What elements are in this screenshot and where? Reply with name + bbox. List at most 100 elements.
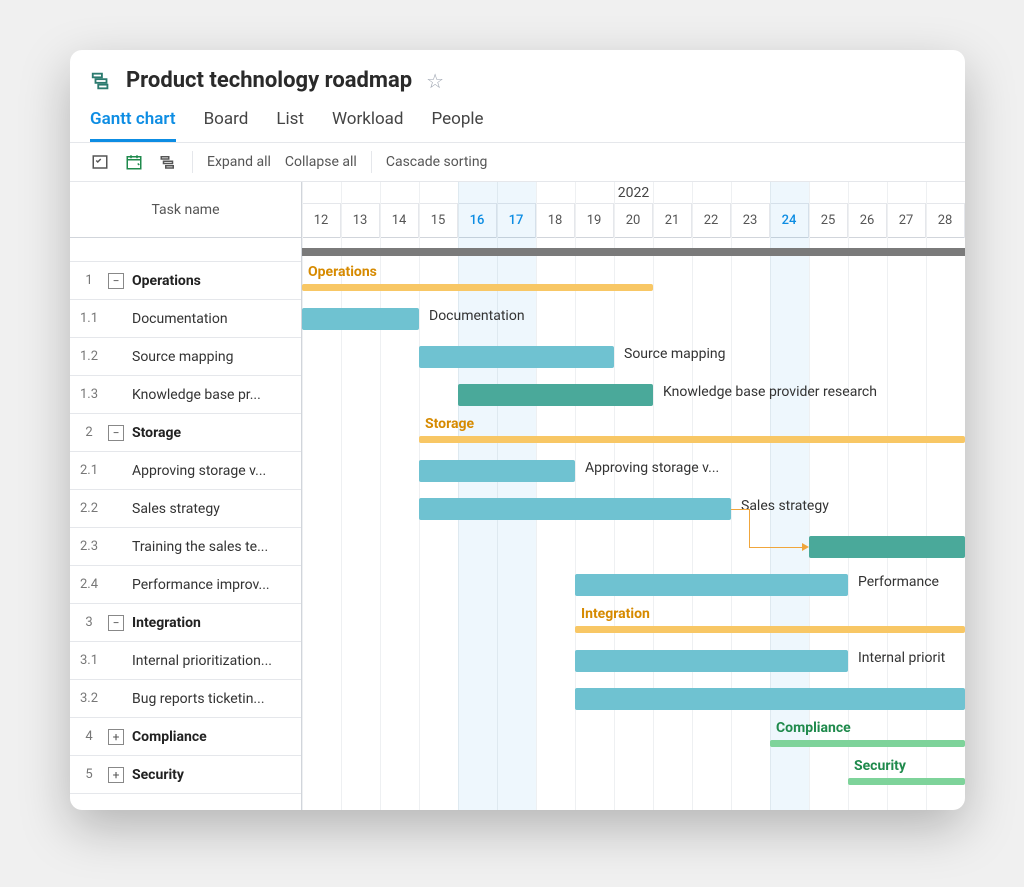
view-tabs: Gantt chart Board List Workload People	[70, 103, 965, 143]
spacer-row	[70, 238, 301, 262]
row-number: 1.2	[70, 349, 108, 364]
row-number: 3	[70, 615, 108, 630]
task-name: Training the sales te...	[132, 539, 274, 555]
row-number: 5	[70, 767, 108, 782]
task-list-pane: Task name 1−Operations1.1Documentation1.…	[70, 182, 302, 810]
task-bar[interactable]	[809, 536, 965, 558]
header: Product technology roadmap ☆	[70, 50, 965, 103]
task-bar[interactable]	[419, 460, 575, 482]
row-number: 1	[70, 273, 108, 288]
collapse-toggle-icon[interactable]: −	[108, 273, 124, 289]
task-bar[interactable]	[419, 346, 614, 368]
toolbar-divider	[371, 151, 372, 173]
task-row[interactable]: 3.1 Internal prioritization...	[70, 642, 301, 680]
task-name: Documentation	[132, 311, 234, 327]
page-title: Product technology roadmap	[126, 68, 412, 93]
task-name: Approving storage v...	[132, 463, 272, 479]
row-number: 4	[70, 729, 108, 744]
group-name: Integration	[132, 615, 207, 631]
overview-bar[interactable]	[302, 248, 965, 256]
favorite-star-icon[interactable]: ☆	[426, 69, 444, 93]
group-bar-label: Security	[854, 758, 906, 774]
cascade-sorting-button[interactable]: Cascade sorting	[386, 154, 488, 170]
group-row[interactable]: 5+ Security	[70, 756, 301, 794]
group-bar[interactable]	[302, 284, 653, 291]
group-row[interactable]: 1−Operations	[70, 262, 301, 300]
tab-workload[interactable]: Workload	[332, 103, 404, 142]
gantt-logo-icon	[90, 70, 112, 92]
group-bar-label: Compliance	[776, 720, 851, 736]
task-bar-label: Performance	[858, 574, 939, 590]
task-name: Performance improv...	[132, 577, 276, 593]
task-name: Bug reports ticketin...	[132, 691, 271, 707]
expand-all-button[interactable]: Expand all	[207, 154, 271, 170]
row-number: 2.4	[70, 577, 108, 592]
row-number: 2.1	[70, 463, 108, 478]
collapse-toggle-icon[interactable]: −	[108, 615, 124, 631]
toolbar-divider	[192, 151, 193, 173]
task-row[interactable]: 3.2 Bug reports ticketin...	[70, 680, 301, 718]
group-row[interactable]: 4+ Compliance	[70, 718, 301, 756]
toolbar: Expand all Collapse all Cascade sorting	[70, 143, 965, 182]
row-number: 2	[70, 425, 108, 440]
group-name: Storage	[132, 425, 187, 441]
task-bar-label: Sales strategy	[741, 498, 829, 514]
group-bar[interactable]	[770, 740, 965, 747]
expand-toggle-icon[interactable]: +	[108, 729, 124, 745]
group-row[interactable]: 2−Storage	[70, 414, 301, 452]
task-bar[interactable]	[419, 498, 731, 520]
row-number: 1.1	[70, 311, 108, 326]
task-bar-label: Source mapping	[624, 346, 725, 362]
task-row[interactable]: 1.1 Documentation	[70, 300, 301, 338]
row-number: 2.2	[70, 501, 108, 516]
task-row[interactable]: 2.1 Approving storage v...	[70, 452, 301, 490]
task-bar-label: Approving storage v...	[585, 460, 719, 476]
group-name: Operations	[132, 273, 207, 289]
group-name: Compliance	[132, 729, 213, 745]
group-bar[interactable]	[848, 778, 965, 785]
task-bar-label: Knowledge base provider research	[663, 384, 877, 400]
task-bar[interactable]	[458, 384, 653, 406]
timeline-pane[interactable]: 2022 1213141516171819202122232425262728 …	[302, 182, 965, 810]
group-name: Security	[132, 767, 190, 783]
task-row[interactable]: 2.2 Sales strategy	[70, 490, 301, 528]
group-row[interactable]: 3−Integration	[70, 604, 301, 642]
task-bar-label: Documentation	[429, 308, 525, 324]
expand-toggle-icon[interactable]: +	[108, 767, 124, 783]
task-name: Source mapping	[132, 349, 239, 365]
task-bar[interactable]	[575, 688, 965, 710]
overview-bar-row	[302, 238, 965, 262]
group-bar-label: Storage	[425, 416, 474, 432]
tab-list[interactable]: List	[276, 103, 304, 142]
row-number: 3.1	[70, 653, 108, 668]
task-name: Sales strategy	[132, 501, 226, 517]
collapse-all-button[interactable]: Collapse all	[285, 154, 357, 170]
app-card: Product technology roadmap ☆ Gantt chart…	[70, 50, 965, 810]
tab-board[interactable]: Board	[204, 103, 249, 142]
gantt-area: Task name 1−Operations1.1Documentation1.…	[70, 182, 965, 810]
task-row[interactable]: 1.2 Source mapping	[70, 338, 301, 376]
calendar-check-icon[interactable]	[124, 152, 144, 172]
group-bar-label: Integration	[581, 606, 650, 622]
checklist-icon[interactable]	[90, 152, 110, 172]
collapse-toggle-icon[interactable]: −	[108, 425, 124, 441]
task-bar[interactable]	[575, 650, 848, 672]
task-bar[interactable]	[575, 574, 848, 596]
task-name: Internal prioritization...	[132, 653, 278, 669]
tab-people[interactable]: People	[432, 103, 484, 142]
task-row[interactable]: 2.4 Performance improv...	[70, 566, 301, 604]
task-row[interactable]: 1.3 Knowledge base pr...	[70, 376, 301, 414]
task-bar-label: Internal priorit	[858, 650, 945, 666]
group-bar-label: Operations	[308, 264, 377, 280]
task-bar[interactable]	[302, 308, 419, 330]
row-number: 2.3	[70, 539, 108, 554]
task-name: Knowledge base pr...	[132, 387, 267, 403]
gantt-bars-icon[interactable]	[158, 152, 178, 172]
row-number: 3.2	[70, 691, 108, 706]
tab-gantt-chart[interactable]: Gantt chart	[90, 103, 176, 142]
row-number: 1.3	[70, 387, 108, 402]
group-bar[interactable]	[419, 436, 965, 443]
task-name-header: Task name	[70, 182, 301, 238]
group-bar[interactable]	[575, 626, 965, 633]
task-row[interactable]: 2.3 Training the sales te...	[70, 528, 301, 566]
